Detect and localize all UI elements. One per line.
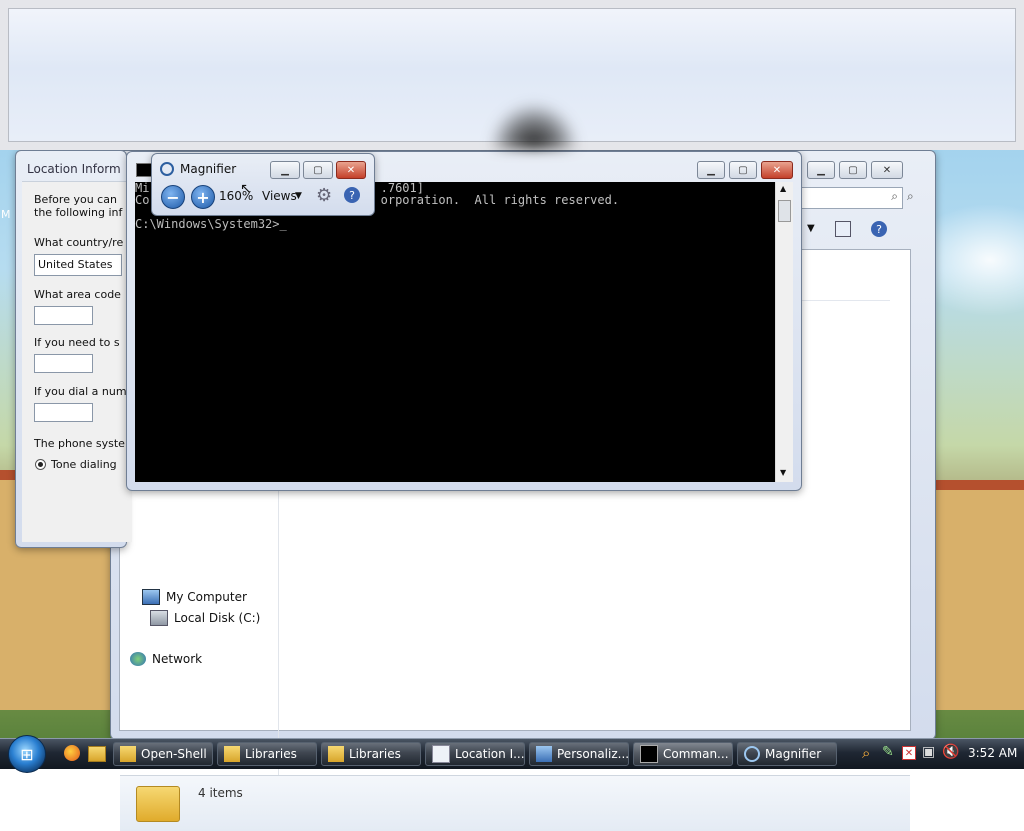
network-tray-icon[interactable]: ▣ xyxy=(922,744,935,760)
mouse-pointer-icon: ↖ xyxy=(240,181,252,197)
carrier-code-input[interactable] xyxy=(34,403,93,422)
scroll-thumb[interactable] xyxy=(778,200,791,222)
nav-label-my-computer: My Computer xyxy=(166,590,247,604)
location-information-dialog[interactable]: Location Inform Before you can the follo… xyxy=(15,150,132,548)
desktop-icon-label[interactable]: M xyxy=(1,208,11,221)
paint-tray-icon[interactable]: ✎ xyxy=(882,744,894,760)
views-menu[interactable]: Views xyxy=(262,189,297,203)
taskbar-button-command-prompt[interactable]: Comman... xyxy=(633,742,733,766)
network-icon xyxy=(130,652,146,666)
search-tray-icon[interactable]: ⌕ xyxy=(862,744,870,762)
firefox-icon[interactable] xyxy=(64,745,80,761)
magnifier-icon xyxy=(744,746,760,762)
folder-icon xyxy=(224,746,240,762)
clock[interactable]: 3:52 AM xyxy=(968,746,1017,760)
taskbar-label: Location I... xyxy=(455,747,525,761)
nav-label-local-disk: Local Disk (C:) xyxy=(174,611,261,625)
folder-icon xyxy=(136,786,180,822)
taskbar: ⊞ Open-Shell Libraries Libraries Locatio… xyxy=(0,735,1024,773)
action-center-icon[interactable]: ✕ xyxy=(902,746,916,760)
computer-icon xyxy=(142,589,160,605)
volume-muted-icon[interactable]: 🔇 xyxy=(942,744,959,760)
minimize-button[interactable]: ▁ xyxy=(270,161,300,179)
country-value: United States xyxy=(38,258,113,271)
close-button[interactable]: ✕ xyxy=(336,161,366,179)
outside-line-input[interactable] xyxy=(34,354,93,373)
chevron-down-icon[interactable]: ▼ xyxy=(807,223,815,234)
intro-text-1: Before you can xyxy=(34,193,117,206)
taskbar-label: Libraries xyxy=(245,747,297,761)
document-icon xyxy=(432,745,450,763)
close-button[interactable]: ✕ xyxy=(761,161,793,179)
minimize-button[interactable]: ▁ xyxy=(697,161,725,179)
scroll-down-icon[interactable]: ▼ xyxy=(780,468,786,477)
item-count: 4 items xyxy=(198,786,243,800)
nav-label-network: Network xyxy=(152,652,203,666)
nav-item-my-computer[interactable]: My Computer xyxy=(142,589,247,605)
start-button[interactable]: ⊞ xyxy=(8,735,46,773)
country-select[interactable]: United States xyxy=(34,254,122,276)
dialog-title: Location Inform xyxy=(27,162,121,176)
console-prompt-line: C:\Windows\System32>_ xyxy=(135,217,287,231)
magnifier-icon xyxy=(160,162,174,176)
magnifier-title: Magnifier xyxy=(180,162,237,176)
zoom-in-button[interactable]: + xyxy=(191,185,215,209)
dial-label: If you dial a num xyxy=(34,385,127,398)
area-code-input[interactable] xyxy=(34,306,93,325)
intro-text-2: the following inf xyxy=(34,206,123,219)
zoom-out-button[interactable]: − xyxy=(161,185,185,209)
taskbar-button-libraries-2[interactable]: Libraries xyxy=(321,742,421,766)
wallpaper-house-right xyxy=(934,480,1024,710)
details-pane: 4 items xyxy=(120,775,910,831)
folder-icon xyxy=(328,746,344,762)
country-label: What country/re xyxy=(34,236,124,249)
taskbar-button-personalization[interactable]: Personaliz... xyxy=(529,742,629,766)
search-icon[interactable]: ⌕ xyxy=(891,189,898,204)
console-output[interactable]: Mi .7601] Co orporation. All rights reser… xyxy=(135,182,775,482)
monitor-icon xyxy=(536,746,552,762)
taskbar-label: Open-Shell xyxy=(141,747,207,761)
taskbar-button-location-info[interactable]: Location I... xyxy=(425,742,525,766)
area-code-label: What area code xyxy=(34,288,121,301)
radio-dot xyxy=(38,462,43,467)
open-shell-icon xyxy=(120,746,136,762)
minimize-button[interactable]: ▁ xyxy=(807,161,835,179)
preview-pane-icon[interactable] xyxy=(835,221,851,237)
windows-logo-icon: ⊞ xyxy=(20,744,34,764)
scroll-up-icon[interactable]: ▲ xyxy=(780,184,786,193)
magnifier-lens-view xyxy=(0,0,1024,150)
close-button[interactable]: ✕ xyxy=(871,161,903,179)
magnified-pointer-icon xyxy=(479,67,589,149)
chevron-down-icon[interactable]: ▼ xyxy=(295,191,302,201)
taskbar-button-libraries-1[interactable]: Libraries xyxy=(217,742,317,766)
nav-item-local-disk[interactable]: Local Disk (C:) xyxy=(150,610,260,626)
tone-dialing-label: Tone dialing xyxy=(51,458,117,471)
taskbar-button-magnifier[interactable]: Magnifier xyxy=(737,742,837,766)
taskbar-button-open-shell[interactable]: Open-Shell xyxy=(113,742,213,766)
dialog-client-area: Before you can the following inf What co… xyxy=(22,181,132,542)
folder-icon[interactable] xyxy=(88,746,106,762)
tone-dialing-radio[interactable] xyxy=(35,459,46,470)
help-icon[interactable]: ? xyxy=(871,221,887,237)
magnifier-window[interactable]: Magnifier ▁ ▢ ✕ − + 160% Views ▼ ⚙ ? ↖ xyxy=(151,153,375,216)
taskbar-label: Libraries xyxy=(349,747,401,761)
taskbar-label: Magnifier xyxy=(765,747,822,761)
cmd-icon xyxy=(640,745,658,763)
gear-icon[interactable]: ⚙ xyxy=(316,185,332,206)
taskbar-label: Comman... xyxy=(663,747,729,761)
drive-icon xyxy=(150,610,168,626)
search-icon-2[interactable]: ⌕ xyxy=(907,189,914,204)
maximize-button[interactable]: ▢ xyxy=(839,161,867,179)
help-icon[interactable]: ? xyxy=(344,187,360,203)
taskbar-label: Personaliz... xyxy=(557,747,629,761)
maximize-button[interactable]: ▢ xyxy=(303,161,333,179)
nav-item-network[interactable]: Network xyxy=(130,652,202,666)
search-input[interactable]: ⌕ xyxy=(801,187,903,209)
console-scrollbar[interactable]: ▲ ▼ xyxy=(775,182,793,482)
outside-line-label: If you need to s xyxy=(34,336,120,349)
magnified-area xyxy=(8,8,1016,149)
maximize-button[interactable]: ▢ xyxy=(729,161,757,179)
phone-system-label: The phone syste xyxy=(34,437,125,450)
